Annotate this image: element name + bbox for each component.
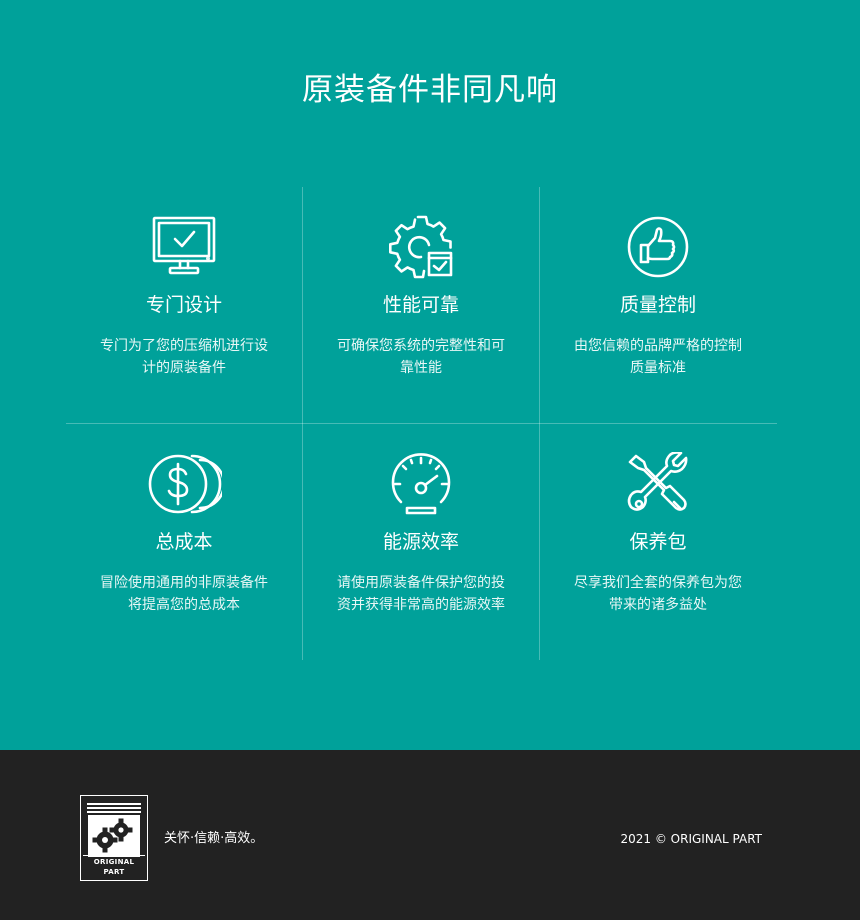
feature-title: 总成本 (155, 531, 213, 553)
feature-description: 可确保您系统的完整性和可 靠性能 (337, 338, 505, 376)
feature-card-reliability: 性能可靠 可确保您系统的完整性和可 靠性能 (303, 187, 539, 423)
feature-title: 专门设计 (145, 294, 222, 316)
wrench-screwdriver-icon (626, 452, 690, 516)
feature-card-quality: 质量控制 由您信赖的品牌严格的控制 质量标准 (540, 187, 776, 423)
feature-card-total-cost: 总成本 冒险使用通用的非原装备件 将提高您的总成本 (66, 424, 302, 660)
footer-tagline: 关怀·信赖·高效。 (164, 831, 264, 846)
feature-grid: 专门设计 专门为了您的压缩机进行设 计的原装备件 性能可靠 可确保您系统的完整性和… (66, 187, 777, 660)
feature-card-maintenance-kit: 保养包 尽享我们全套的保养包为您 带来的诸多益处 (540, 424, 776, 660)
feature-title: 能源效率 (382, 531, 459, 553)
speedometer-icon (389, 452, 453, 516)
feature-title: 保养包 (629, 531, 687, 553)
page-title: 原装备件非同凡响 (302, 72, 558, 108)
hero-section: 原装备件非同凡响 专门设计 专门为了您的压缩机进行设 计的原装备件 性能可靠 可… (0, 0, 860, 750)
feature-card-energy-efficiency: 能源效率 请使用原装备件保护您的投 资并获得非常高的能源效率 (303, 424, 539, 660)
gear-check-icon (389, 215, 453, 279)
logo-label: ORIGINAL PART (83, 855, 145, 877)
dollar-coin-icon (148, 452, 222, 516)
feature-description: 专门为了您的压缩机进行设 计的原装备件 (100, 338, 268, 376)
feature-description: 请使用原装备件保护您的投 资并获得非常高的能源效率 (337, 575, 505, 613)
footer-copyright: 2021 © ORIGINAL PART (620, 832, 763, 846)
feature-description: 由您信赖的品牌严格的控制 质量标准 (574, 338, 742, 376)
monitor-check-icon (152, 215, 216, 279)
feature-title: 质量控制 (619, 294, 696, 316)
page-footer: ORIGINAL PART 关怀·信赖·高效。 2021 © ORIGINAL … (0, 750, 860, 920)
thumbs-up-icon (626, 215, 690, 279)
feature-title: 性能可靠 (382, 294, 459, 316)
feature-card-design: 专门设计 专门为了您的压缩机进行设 计的原装备件 (66, 187, 302, 423)
feature-description: 尽享我们全套的保养包为您 带来的诸多益处 (574, 575, 742, 613)
original-part-logo[interactable]: ORIGINAL PART (80, 795, 148, 881)
gears-icon (87, 803, 141, 857)
feature-description: 冒险使用通用的非原装备件 将提高您的总成本 (100, 575, 268, 613)
